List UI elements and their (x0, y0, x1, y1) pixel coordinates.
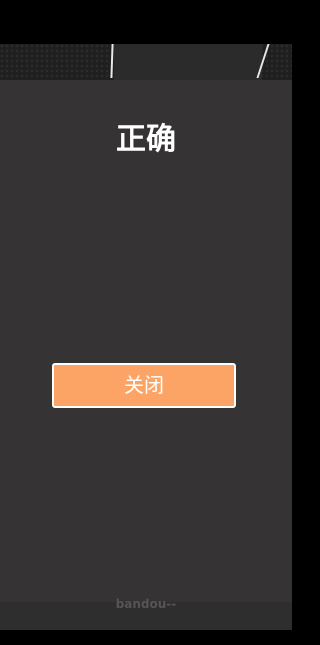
close-button[interactable]: 关闭 (52, 363, 236, 408)
bottom-bar: bandou-- (0, 597, 292, 630)
background-panel (114, 44, 262, 80)
result-modal: 正确 关闭 (0, 80, 292, 602)
app-screen: 正确 关闭 bandou-- (0, 0, 292, 645)
modal-title: 正确 (116, 122, 176, 157)
navigation-bar (0, 630, 292, 645)
footer-text: bandou-- (115, 597, 177, 611)
status-bar (0, 0, 292, 44)
